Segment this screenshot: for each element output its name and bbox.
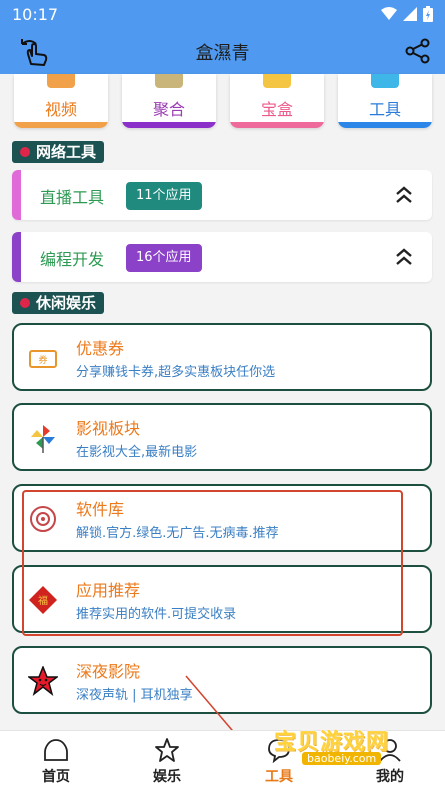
category-row: 视频 聚合 宝盒 工具 bbox=[14, 74, 434, 128]
nav-home[interactable]: 首页 bbox=[16, 737, 96, 786]
ticket-icon: 券 bbox=[29, 350, 57, 368]
nav-label: 首页 bbox=[42, 769, 70, 785]
category-box[interactable]: 宝盒 bbox=[230, 74, 324, 128]
section-title: 休闲娱乐 bbox=[36, 294, 97, 312]
category-bar bbox=[338, 122, 432, 128]
status-bar: 10:17 bbox=[0, 0, 445, 30]
app-count-badge: 11个应用 bbox=[126, 182, 202, 210]
category-bar bbox=[230, 122, 324, 128]
card-late-night-cinema[interactable]: 深夜影院 深夜声轨 | 耳机独享 bbox=[12, 646, 432, 714]
nav-entertainment[interactable]: 娱乐 bbox=[127, 737, 207, 786]
star-face-icon bbox=[28, 666, 58, 696]
status-icons bbox=[381, 6, 433, 22]
card-title: 优惠券 bbox=[76, 339, 125, 358]
card-subtitle: 在影视大全,最新电影 bbox=[76, 445, 198, 460]
app-count-badge: 16个应用 bbox=[126, 244, 202, 272]
card-subtitle: 深夜声轨 | 耳机独享 bbox=[76, 688, 193, 703]
card-title: 影视板块 bbox=[76, 419, 141, 438]
category-bar bbox=[122, 122, 216, 128]
chevron-double-up-icon[interactable] bbox=[394, 184, 414, 206]
section-title: 网络工具 bbox=[36, 143, 97, 161]
status-time: 10:17 bbox=[12, 5, 59, 24]
battery-icon bbox=[423, 6, 433, 22]
category-label: 聚合 bbox=[152, 100, 185, 119]
nav-label: 娱乐 bbox=[153, 769, 181, 785]
signal-icon bbox=[403, 7, 417, 21]
category-tools[interactable]: 工具 bbox=[338, 74, 432, 128]
treasure-icon bbox=[263, 74, 291, 88]
category-aggregate[interactable]: 聚合 bbox=[122, 74, 216, 128]
tool-row-programming[interactable]: 编程开发 16个应用 bbox=[12, 232, 432, 282]
share-icon[interactable] bbox=[405, 38, 431, 64]
card-subtitle: 分享赚钱卡券,超多实惠板块任你选 bbox=[76, 365, 276, 380]
card-movies[interactable]: 影视板块 在影视大全,最新电影 bbox=[12, 403, 432, 471]
pinwheel-icon bbox=[31, 425, 55, 453]
watermark-url: baobeiy.com bbox=[302, 752, 382, 765]
tv-icon bbox=[47, 74, 75, 88]
tool-stripe bbox=[12, 170, 21, 220]
category-bar bbox=[14, 122, 108, 128]
card-title: 深夜影院 bbox=[76, 662, 141, 681]
highlight-box bbox=[22, 490, 403, 636]
star-icon bbox=[155, 738, 179, 762]
tool-stripe bbox=[12, 232, 21, 282]
section-dot bbox=[20, 147, 30, 157]
section-dot bbox=[20, 298, 30, 308]
section-leisure: 休闲娱乐 bbox=[12, 292, 105, 314]
card-coupon[interactable]: 券 优惠券 分享赚钱卡券,超多实惠板块任你选 bbox=[12, 323, 432, 391]
category-label: 工具 bbox=[368, 100, 401, 119]
svg-text:券: 券 bbox=[38, 354, 47, 366]
category-video[interactable]: 视频 bbox=[14, 74, 108, 128]
bookmark-icon bbox=[155, 74, 183, 88]
tool-title: 直播工具 bbox=[40, 188, 105, 207]
toolbox-icon bbox=[371, 74, 399, 88]
tool-title: 编程开发 bbox=[40, 250, 105, 269]
app-bar: 盒濕青 bbox=[0, 30, 445, 74]
section-network-tools: 网络工具 bbox=[12, 141, 105, 163]
page-title: 盒濕青 bbox=[195, 43, 250, 64]
category-label: 宝盒 bbox=[260, 100, 293, 119]
category-label: 视频 bbox=[44, 100, 77, 119]
home-icon bbox=[44, 739, 68, 761]
watermark-logo: 宝贝游戏网 baobeiy.com bbox=[268, 716, 418, 772]
wifi-icon bbox=[381, 7, 397, 20]
tool-row-live[interactable]: 直播工具 11个应用 bbox=[12, 170, 432, 220]
chevron-double-up-icon[interactable] bbox=[394, 246, 414, 268]
